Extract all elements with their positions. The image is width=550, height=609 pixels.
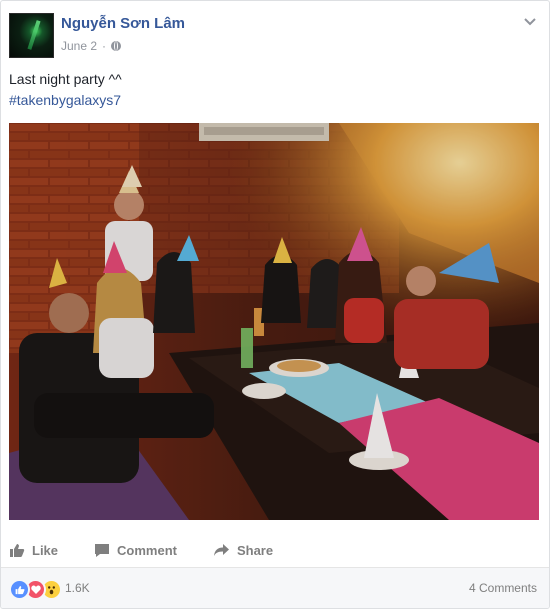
share-icon [213,543,230,557]
share-button[interactable]: Share [213,543,273,558]
comment-button[interactable]: Comment [94,543,177,558]
like-label: Like [32,542,59,558]
globe-icon [111,41,122,51]
hashtag-link[interactable]: #takenbygalaxys7 [9,90,122,111]
reaction-icons[interactable] [9,579,62,600]
author-name[interactable]: Nguyễn Sơn Lâm [61,15,185,32]
post-photo[interactable] [9,123,539,520]
reactions-bar: 1.6K 4 Comments [1,567,549,608]
like-button[interactable]: Like [9,543,58,558]
share-label: Share [236,542,274,558]
post-card: Nguyễn Sơn Lâm June 2 · Last night party… [0,0,550,609]
thumbs-up-icon [9,543,25,558]
post-caption: Last night party ^^ [9,71,122,87]
comment-count[interactable]: 4 Comments [469,581,537,595]
post-text: Last night party ^^ #takenbygalaxys7 [9,69,122,111]
post-date[interactable]: June 2 [61,39,97,53]
chevron-down-icon[interactable] [523,15,537,29]
reaction-count[interactable]: 1.6K [65,581,90,595]
like-icon [9,579,30,600]
comment-icon [94,543,110,558]
post-meta: June 2 · [61,39,122,53]
author-avatar[interactable] [9,13,54,58]
comment-label: Comment [117,542,177,558]
post-actions: Like Comment Share [9,535,273,565]
